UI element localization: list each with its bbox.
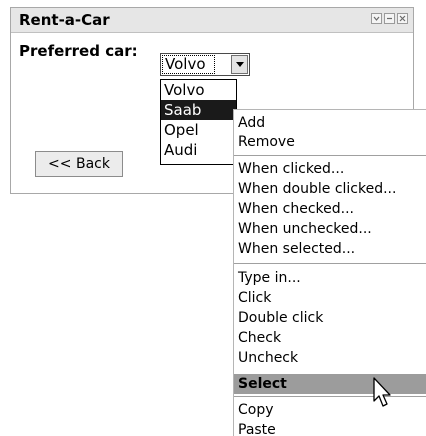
- menu-item-remove[interactable]: Remove: [238, 132, 426, 152]
- menu-item-click[interactable]: Click: [238, 288, 426, 308]
- preferred-car-label: Preferred car:: [19, 42, 138, 60]
- screen: Rent-a-Car Preferred car: Volvo << Back …: [0, 0, 426, 436]
- menu-item-select[interactable]: Select: [234, 374, 426, 394]
- window-title: Rent-a-Car: [19, 11, 110, 29]
- menu-item-check[interactable]: Check: [238, 328, 426, 348]
- chevron-down-icon[interactable]: [231, 55, 248, 74]
- menu-item-when-checked[interactable]: When checked...: [238, 199, 426, 219]
- menu-item-when-unchecked[interactable]: When unchecked...: [238, 219, 426, 239]
- dropdown-option-audi[interactable]: Audi: [161, 140, 236, 160]
- dropdown-option-volvo[interactable]: Volvo: [161, 80, 236, 100]
- menu-item-add[interactable]: Add: [238, 113, 426, 133]
- car-select-value: Volvo: [162, 55, 215, 74]
- menu-separator: [234, 396, 426, 397]
- menu-item-when-selected[interactable]: When selected...: [238, 239, 426, 259]
- menu-item-when-double-clicked[interactable]: When double clicked...: [238, 179, 426, 199]
- menu-item-paste[interactable]: Paste: [238, 420, 426, 436]
- dropdown-option-saab[interactable]: Saab: [161, 100, 236, 120]
- menu-item-double-click[interactable]: Double click: [238, 308, 426, 328]
- mouse-pointer-icon: [373, 377, 391, 407]
- menu-item-type-in[interactable]: Type in...: [238, 268, 426, 288]
- menu-separator: [234, 155, 426, 156]
- restore-icon[interactable]: [384, 13, 395, 24]
- menu-item-uncheck[interactable]: Uncheck: [238, 348, 426, 368]
- car-select[interactable]: Volvo: [160, 53, 250, 76]
- car-dropdown-list: Volvo Saab Opel Audi: [160, 79, 237, 165]
- menu-separator: [234, 263, 426, 264]
- back-button[interactable]: << Back: [35, 151, 123, 177]
- window-titlebar[interactable]: Rent-a-Car: [11, 8, 413, 33]
- close-icon[interactable]: [397, 13, 408, 24]
- menu-item-when-clicked[interactable]: When clicked...: [238, 159, 426, 179]
- menu-item-copy[interactable]: Copy: [238, 400, 426, 420]
- dropdown-option-opel[interactable]: Opel: [161, 120, 236, 140]
- minimize-icon[interactable]: [371, 13, 382, 24]
- context-menu: Add Remove When clicked... When double c…: [233, 109, 426, 436]
